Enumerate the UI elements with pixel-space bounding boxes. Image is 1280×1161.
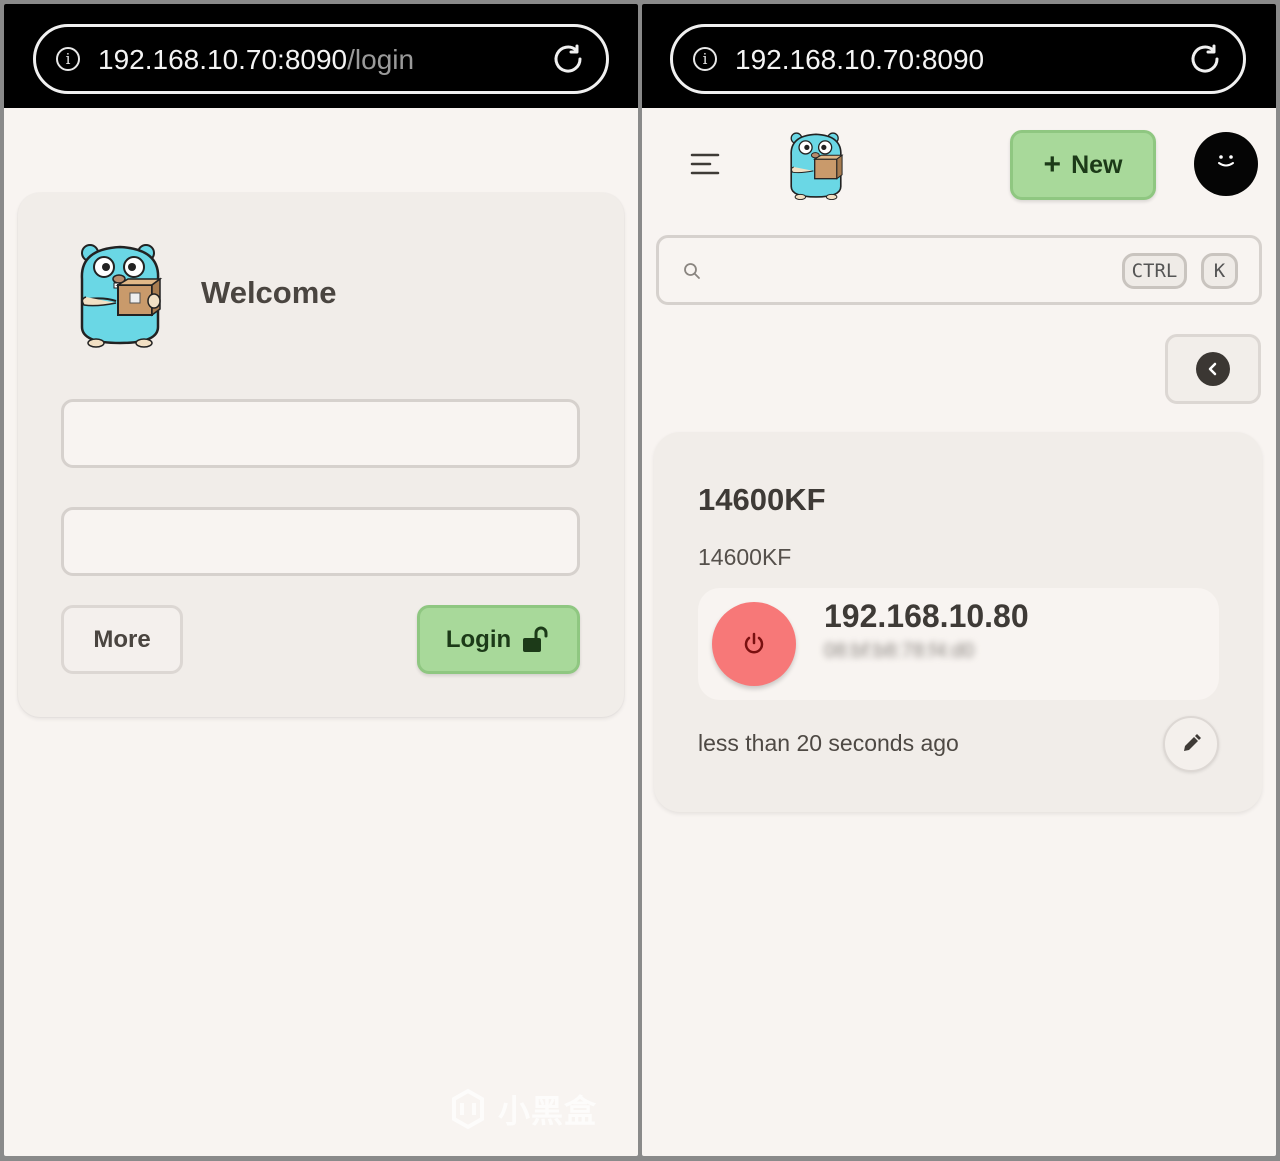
device-network-row: 192.168.10.80 08:bf:b8:78:f4:d0 — [698, 588, 1219, 700]
browser-address-bar: i 192.168.10.70:8090 — [642, 4, 1276, 108]
gopher-logo — [80, 244, 163, 348]
login-button-label: Login — [445, 625, 512, 653]
reload-icon[interactable] — [1187, 41, 1223, 77]
url-field[interactable]: i 192.168.10.70:8090 — [670, 24, 1246, 94]
plus-icon: + — [1043, 148, 1062, 181]
edit-button[interactable] — [1163, 716, 1219, 772]
pencil-icon — [1184, 734, 1201, 751]
url-field[interactable]: i 192.168.10.70:8090/login — [33, 24, 609, 94]
watermark-text: 小黑盒 — [498, 1093, 598, 1129]
url-text: 192.168.10.70:8090/login — [98, 44, 414, 76]
reload-icon[interactable] — [550, 41, 586, 77]
device-mac: 08:bf:b8:78:f4:d0 — [824, 640, 975, 662]
watermark-logo-icon — [452, 1088, 484, 1130]
last-seen-text: less than 20 seconds ago — [698, 730, 959, 756]
url-path: /login — [347, 44, 415, 75]
device-hostname: 14600KF — [698, 544, 792, 570]
password-input[interactable] — [61, 507, 580, 576]
collapse-button[interactable] — [1165, 334, 1261, 404]
login-browser-panel: i 192.168.10.70:8090/login Welcome More … — [4, 4, 638, 1156]
unlock-icon — [523, 626, 548, 652]
shortcut-ctrl-key: CTRL — [1122, 253, 1187, 289]
device-card: 14600KF 14600KF 192.168.10.80 08:bf:b8:7… — [654, 432, 1262, 812]
chevron-left-icon — [1196, 352, 1230, 386]
avatar-icon — [1218, 155, 1234, 167]
device-ip: 192.168.10.80 — [824, 598, 1029, 634]
power-icon — [744, 632, 764, 654]
url-host: 192.168.10.70:8090 — [98, 44, 348, 75]
info-icon[interactable]: i — [693, 47, 717, 71]
dashboard-browser-panel: i 192.168.10.70:8090 + New CTRL K 14600K… — [642, 4, 1276, 1156]
welcome-heading: Welcome — [201, 275, 337, 310]
new-button-label: New — [1071, 150, 1123, 179]
menu-icon[interactable] — [690, 152, 720, 176]
power-button[interactable] — [712, 602, 796, 686]
avatar[interactable] — [1194, 132, 1258, 196]
gopher-logo[interactable] — [786, 128, 846, 202]
new-button[interactable]: + New — [1010, 130, 1156, 200]
login-button[interactable]: Login — [417, 605, 580, 674]
browser-address-bar: i 192.168.10.70:8090/login — [4, 4, 638, 108]
username-input[interactable] — [61, 399, 580, 468]
info-icon[interactable]: i — [56, 47, 80, 71]
search-bar[interactable]: CTRL K — [656, 235, 1262, 305]
watermark: 小黑盒 — [446, 1086, 597, 1132]
login-card: Welcome More Login — [18, 193, 624, 717]
more-button[interactable]: More — [61, 605, 183, 674]
url-text: 192.168.10.70:8090 — [735, 44, 985, 75]
device-name: 14600KF — [698, 482, 826, 517]
search-icon — [684, 263, 700, 279]
shortcut-k-key: K — [1201, 253, 1238, 289]
